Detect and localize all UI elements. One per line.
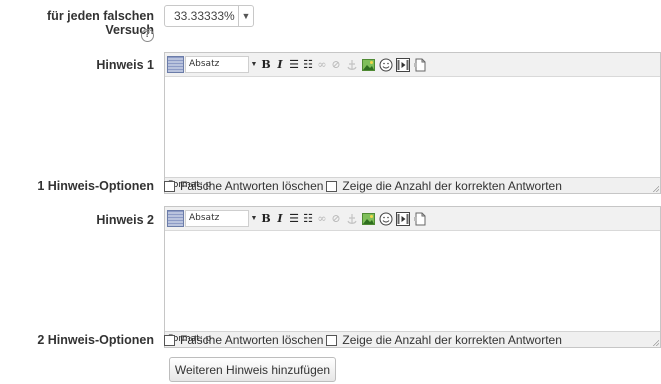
emoticon-icon[interactable] bbox=[378, 212, 393, 226]
italic-button[interactable]: I bbox=[273, 58, 287, 71]
toolbar-toggle-icon[interactable] bbox=[167, 210, 184, 227]
editor-toolbar: Absatz ▼ B I ☰ ☷ ∞ ⊘ bbox=[165, 207, 660, 231]
clear-wrong-label: Falsche Antworten löschen bbox=[180, 333, 324, 347]
link-icon[interactable]: ∞ bbox=[315, 212, 329, 225]
bullet-list-icon[interactable]: ☰ bbox=[287, 212, 301, 225]
clear-wrong-option[interactable]: Falsche Antworten löschen bbox=[164, 179, 323, 193]
numbered-list-icon[interactable]: ☷ bbox=[301, 58, 315, 71]
hint-1-label: Hinweis 1 bbox=[96, 58, 154, 72]
clear-wrong-option[interactable]: Falsche Antworten löschen bbox=[164, 333, 323, 347]
hint-2-content-area[interactable] bbox=[165, 231, 660, 331]
hint-2-editor[interactable]: Absatz ▼ B I ☰ ☷ ∞ ⊘ Format: p bbox=[164, 206, 661, 348]
file-manager-icon[interactable] bbox=[412, 58, 427, 72]
hint-2-options: Falsche Antworten löschen Zeige die Anza… bbox=[164, 333, 562, 347]
file-manager-icon[interactable] bbox=[412, 212, 427, 226]
toolbar-toggle-icon[interactable] bbox=[167, 56, 184, 73]
format-select[interactable]: Absatz bbox=[185, 56, 249, 73]
format-select[interactable]: Absatz bbox=[185, 210, 249, 227]
emoticon-icon[interactable] bbox=[378, 58, 393, 72]
penalty-label: für jeden falschen Versuch bbox=[47, 9, 154, 37]
show-num-correct-option[interactable]: Zeige die Anzahl der korrekten Antworten bbox=[326, 179, 562, 193]
hint-1-options-label: 1 Hinweis-Optionen bbox=[37, 179, 154, 193]
unlink-icon[interactable]: ⊘ bbox=[329, 58, 343, 71]
clear-wrong-checkbox[interactable] bbox=[164, 334, 175, 346]
chevron-down-icon[interactable]: ▼ bbox=[249, 61, 259, 68]
hint-1-editor[interactable]: Absatz ▼ B I ☰ ☷ ∞ ⊘ Format: p bbox=[164, 52, 661, 194]
bullet-list-icon[interactable]: ☰ bbox=[287, 58, 301, 71]
anchor-icon[interactable] bbox=[344, 58, 359, 72]
show-num-correct-label: Zeige die Anzahl der korrekten Antworten bbox=[342, 333, 562, 347]
penalty-select-value: 33.33333% bbox=[174, 9, 235, 23]
unlink-icon[interactable]: ⊘ bbox=[329, 212, 343, 225]
add-hint-button[interactable]: Weiteren Hinweis hinzufügen bbox=[169, 357, 336, 382]
clear-wrong-label: Falsche Antworten löschen bbox=[180, 179, 324, 193]
image-icon[interactable] bbox=[361, 58, 376, 72]
resize-handle-icon[interactable] bbox=[652, 339, 659, 346]
italic-button[interactable]: I bbox=[273, 212, 287, 225]
chevron-down-icon[interactable]: ▼ bbox=[238, 6, 253, 26]
anchor-icon[interactable] bbox=[344, 212, 359, 226]
show-num-correct-checkbox[interactable] bbox=[326, 180, 338, 192]
numbered-list-icon[interactable]: ☷ bbox=[301, 212, 315, 225]
show-num-correct-option[interactable]: Zeige die Anzahl der korrekten Antworten bbox=[326, 333, 562, 347]
resize-handle-icon[interactable] bbox=[652, 185, 659, 192]
link-icon[interactable]: ∞ bbox=[315, 58, 329, 71]
editor-toolbar: Absatz ▼ B I ☰ ☷ ∞ ⊘ bbox=[165, 53, 660, 77]
bold-button[interactable]: B bbox=[259, 212, 273, 225]
hint-2-options-label: 2 Hinweis-Optionen bbox=[37, 333, 154, 347]
hint-1-options: Falsche Antworten löschen Zeige die Anza… bbox=[164, 179, 562, 193]
image-icon[interactable] bbox=[361, 212, 376, 226]
hint-1-content-area[interactable] bbox=[165, 77, 660, 177]
question-circle-icon[interactable]: ? bbox=[141, 29, 154, 42]
clear-wrong-checkbox[interactable] bbox=[164, 180, 175, 192]
media-icon[interactable] bbox=[395, 57, 410, 72]
show-num-correct-checkbox[interactable] bbox=[326, 334, 338, 346]
chevron-down-icon[interactable]: ▼ bbox=[249, 215, 259, 222]
penalty-select[interactable]: 33.33333% ▼ bbox=[164, 5, 254, 27]
media-icon[interactable] bbox=[395, 211, 410, 226]
show-num-correct-label: Zeige die Anzahl der korrekten Antworten bbox=[342, 179, 562, 193]
bold-button[interactable]: B bbox=[259, 58, 273, 71]
hint-2-label: Hinweis 2 bbox=[96, 213, 154, 227]
